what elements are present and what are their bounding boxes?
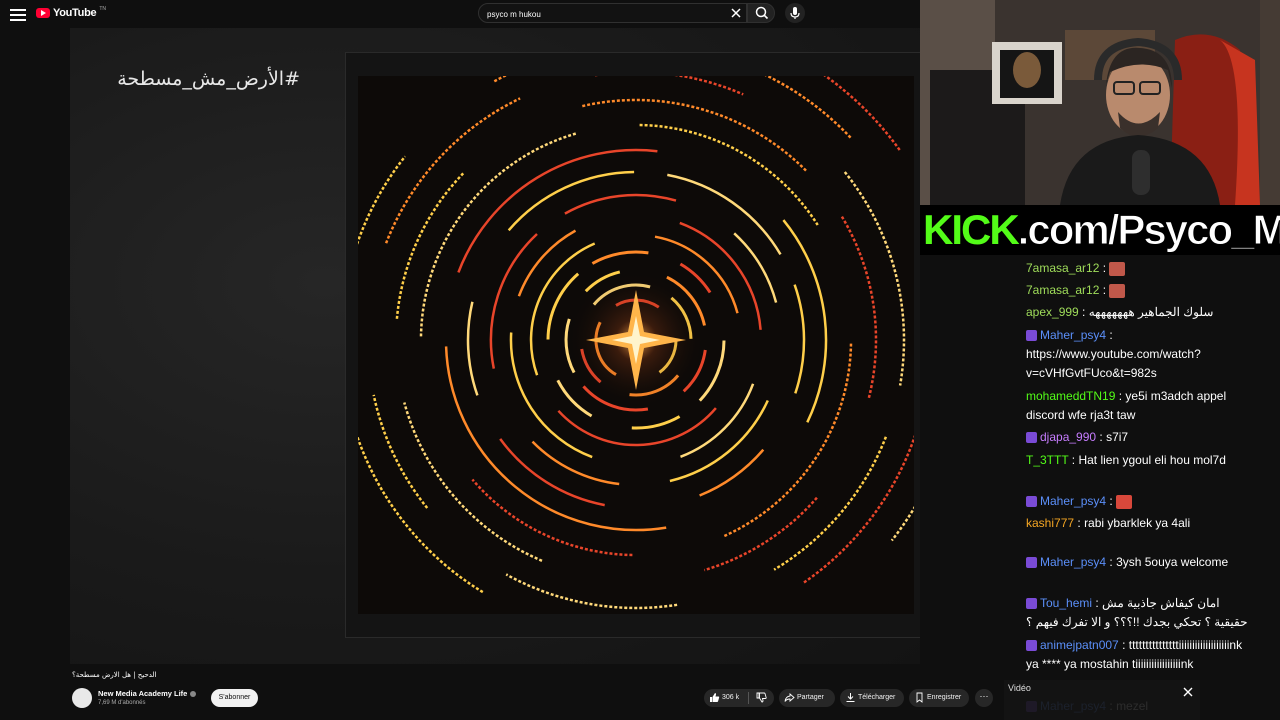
channel-name-text: New Media Academy Life	[98, 689, 188, 698]
chat-message: T_3TTT : Hat lien ygoul eli hou mol7d	[1026, 451, 1256, 470]
channel-avatar[interactable]	[72, 688, 92, 708]
search-icon	[755, 6, 769, 20]
chat-separator: :	[1106, 494, 1117, 508]
subscribe-button[interactable]: S'abonner	[211, 689, 258, 707]
chat-separator: :	[1096, 430, 1107, 444]
emote-icon	[1109, 261, 1126, 276]
chat-text: s7i7	[1106, 430, 1129, 444]
chat-message: 7amasa_ar12 :	[1026, 259, 1256, 278]
subscriber-badge-icon	[1026, 432, 1037, 444]
chat-username[interactable]: 7amasa_ar12	[1026, 283, 1099, 297]
chat-message: animejpatn007 : tttttttttttttttiiiiiiiii…	[1026, 636, 1256, 674]
subscriber-badge-icon	[1026, 330, 1037, 342]
share-label: Partager	[797, 694, 824, 701]
chat-text: rabi ybarklek ya 4ali	[1084, 516, 1191, 530]
more-actions-button[interactable]: ···	[975, 689, 993, 707]
webcam-scene	[920, 0, 1280, 205]
mini-popup: Vidéo	[1004, 680, 1200, 720]
thumbs-down-icon[interactable]	[756, 692, 767, 703]
kick-banner: KICK.com/Psyco_M	[920, 205, 1280, 255]
youtube-play-icon	[36, 8, 50, 18]
download-icon	[846, 693, 855, 702]
chat-username[interactable]: mohameddTN19	[1026, 389, 1115, 403]
like-divider	[748, 692, 749, 704]
chat-message: Maher_psy4 : https://www.youtube.com/wat…	[1026, 326, 1256, 383]
close-icon[interactable]	[1183, 687, 1193, 697]
verified-icon	[190, 691, 197, 698]
channel-name[interactable]: New Media Academy Life	[98, 689, 197, 698]
chat-text: سلوك الجماهير هههههههه	[1088, 305, 1214, 319]
microphone-icon	[790, 7, 800, 19]
popup-title: Vidéo	[1008, 683, 1031, 693]
chat-username[interactable]: kashi777	[1026, 516, 1074, 530]
video-hashtag-overlay: #الأرض_مش_مسطحة	[117, 68, 300, 90]
logo-region: TN	[99, 6, 106, 12]
chat-separator: :	[1078, 305, 1089, 319]
youtube-logo[interactable]: YouTube TN	[36, 6, 106, 19]
voice-search-button[interactable]	[785, 3, 805, 23]
chat-username[interactable]: animejpatn007	[1040, 638, 1119, 652]
chat-message: Maher_psy4 : 3ysh 5ouya welcome	[1026, 553, 1256, 572]
save-label: Enregistrer	[927, 694, 962, 701]
share-icon	[784, 693, 795, 702]
search-box	[478, 3, 747, 24]
chat-username[interactable]: djapa_990	[1040, 430, 1096, 444]
emote-icon	[1109, 283, 1126, 298]
chat-text: 3ysh 5ouya welcome	[1116, 555, 1229, 569]
menu-icon[interactable]	[10, 6, 26, 21]
download-label: Télécharger	[858, 694, 896, 701]
emote-icon	[1116, 494, 1133, 509]
chat-username[interactable]: T_3TTT	[1026, 453, 1068, 467]
kick-url: .com/Psyco_M	[1017, 206, 1280, 253]
chat-message: Tou_hemi : امان كيفاش جاذبية مش حقيقية ؟…	[1026, 594, 1256, 632]
thumbs-up-icon	[710, 693, 720, 702]
chat-username[interactable]: Maher_psy4	[1040, 555, 1106, 569]
subscriber-badge-icon	[1026, 598, 1037, 610]
chat-separator: :	[1099, 261, 1110, 275]
chat-message: 7amasa_ar12 :	[1026, 281, 1256, 300]
kick-banner-text: KICK.com/Psyco_M	[923, 206, 1280, 253]
share-button[interactable]: Partager	[779, 689, 835, 707]
chat-text: https://www.youtube.com/watch?v=cVHfGvtF…	[1026, 347, 1201, 380]
chat-message: mohameddTN19 : ye5i m3adch appel discord…	[1026, 387, 1256, 425]
chat-panel: 7amasa_ar12 : 7amasa_ar12 : apex_999 : س…	[1000, 255, 1280, 720]
chat-username[interactable]: Maher_psy4	[1040, 494, 1106, 508]
kick-brand: KICK	[923, 206, 1020, 253]
radial-rings-artwork	[358, 76, 914, 614]
chat-username[interactable]: 7amasa_ar12	[1026, 261, 1099, 275]
chat-text: Hat lien ygoul eli hou mol7d	[1078, 453, 1226, 467]
subscriber-badge-icon	[1026, 557, 1037, 569]
chat-message: apex_999 : سلوك الجماهير هههههههه	[1026, 303, 1256, 322]
download-button[interactable]: Télécharger	[840, 689, 904, 707]
video-title: الدحيح | هل الارض مسطحة؟	[72, 671, 157, 679]
channel-subscriber-count: 7,69 M d'abonnés	[98, 700, 146, 706]
search-input[interactable]	[485, 4, 719, 24]
chat-separator: :	[1106, 328, 1113, 342]
chat-separator: :	[1099, 283, 1110, 297]
save-button[interactable]: Enregistrer	[909, 689, 969, 707]
chat-username[interactable]: apex_999	[1026, 305, 1079, 319]
subscriber-badge-icon	[1026, 640, 1037, 652]
chat-message: djapa_990 : s7i7	[1026, 428, 1256, 447]
chat-message: Maher_psy4 :	[1026, 492, 1256, 511]
chat-separator: :	[1115, 389, 1126, 403]
chat-separator: :	[1118, 638, 1129, 652]
video-player[interactable]: #الأرض_مش_مسطحة	[70, 28, 920, 664]
chat-separator: :	[1092, 596, 1103, 610]
like-button[interactable]: 306 k	[704, 689, 774, 707]
chat-username[interactable]: Tou_hemi	[1040, 596, 1092, 610]
clear-search-icon[interactable]	[730, 7, 742, 19]
subscriber-badge-icon	[1026, 496, 1037, 508]
chat-separator: :	[1074, 516, 1085, 530]
like-count: 306 k	[722, 694, 740, 701]
chat-message: kashi777 : rabi ybarklek ya 4ali	[1026, 514, 1256, 533]
streamer-webcam	[920, 0, 1280, 205]
chat-separator: :	[1106, 555, 1117, 569]
search-button[interactable]	[747, 3, 775, 23]
chat-separator: :	[1068, 453, 1079, 467]
logo-text: YouTube	[53, 7, 97, 19]
bookmark-icon	[916, 692, 923, 703]
chat-username[interactable]: Maher_psy4	[1040, 328, 1106, 342]
youtube-header: YouTube TN	[0, 0, 920, 28]
